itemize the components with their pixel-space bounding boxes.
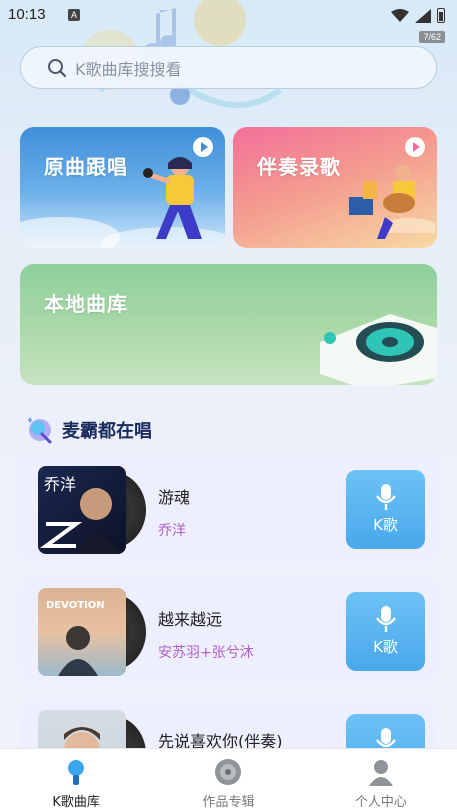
- tab-profile[interactable]: 个人中心: [305, 749, 457, 812]
- status-icons: [391, 8, 445, 23]
- signal-icon: [415, 8, 431, 23]
- disc-icon: [215, 759, 242, 785]
- tab-label: 作品专辑: [202, 795, 255, 810]
- song-artist: 安苏羽+张兮沐: [158, 645, 254, 661]
- user-icon: [368, 760, 393, 786]
- section-header: 麦霸都在唱: [24, 414, 152, 446]
- search-bar[interactable]: K歌曲库搜搜看: [20, 46, 437, 89]
- section-title: 麦霸都在唱: [62, 421, 152, 442]
- karaoke-button[interactable]: K歌: [346, 470, 425, 549]
- guitarist-illustration: [349, 165, 435, 239]
- card-local-library-title: 本地曲库: [44, 292, 128, 316]
- album-cover: 乔洋: [38, 466, 126, 554]
- song-title: 游魂: [158, 488, 191, 507]
- song-title: 越来越远: [158, 610, 223, 629]
- battery-icon: [437, 8, 445, 23]
- card-original-sing[interactable]: 原曲跟唱: [20, 127, 225, 248]
- version-badge: 7/62: [419, 31, 445, 43]
- microphone-sparkle-icon: [28, 417, 52, 444]
- card-accompaniment-record[interactable]: 伴奏录歌: [233, 127, 437, 248]
- karaoke-button-label: K歌: [373, 516, 398, 534]
- singer-illustration: [143, 157, 202, 239]
- card-original-sing-title: 原曲跟唱: [44, 155, 128, 179]
- mic-icon: [375, 484, 396, 510]
- svg-text:乔洋: 乔洋: [44, 475, 76, 494]
- karaoke-button[interactable]: K歌: [346, 592, 425, 671]
- search-icon: [48, 58, 67, 77]
- mic-icon: [68, 760, 85, 785]
- wifi-icon: [391, 8, 409, 22]
- play-icon[interactable]: [405, 137, 425, 157]
- svg-text:DEVOTION: DEVOTION: [46, 600, 105, 611]
- tab-song-library[interactable]: K歌曲库: [0, 749, 152, 812]
- tab-works-album[interactable]: 作品专辑: [152, 749, 304, 812]
- cover-artwork: DEVOTION: [46, 600, 105, 676]
- tab-label: 个人中心: [354, 795, 407, 810]
- search-placeholder: K歌曲库搜搜看: [75, 59, 182, 79]
- karaoke-button-label: K歌: [373, 638, 398, 656]
- song-row[interactable]: DEVOTION 越来越远 安苏羽+张兮沐 K歌: [20, 578, 437, 684]
- album-cover: DEVOTION: [38, 588, 126, 676]
- album-art: DEVOTION: [38, 588, 148, 676]
- card-local-library[interactable]: 本地曲库: [20, 264, 437, 385]
- card-accompaniment-record-title: 伴奏录歌: [257, 155, 341, 179]
- tab-label: K歌曲库: [52, 795, 100, 810]
- album-art: 乔洋: [38, 466, 148, 554]
- mic-icon: [375, 606, 396, 632]
- play-icon[interactable]: [193, 137, 213, 157]
- status-time: 10:13: [8, 6, 46, 23]
- bottom-tab-bar: K歌曲库 作品专辑 个人中心: [0, 748, 457, 812]
- song-artist: 乔洋: [158, 523, 186, 539]
- turntable-illustration: [320, 314, 437, 385]
- cover-artwork: 乔洋: [39, 475, 120, 554]
- song-row[interactable]: 乔洋 游魂 乔洋 K歌: [20, 456, 437, 562]
